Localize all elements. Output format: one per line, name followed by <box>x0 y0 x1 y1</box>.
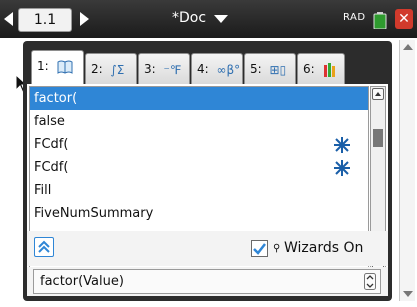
page-scrollbar[interactable] <box>399 40 415 301</box>
page-tab[interactable]: 1.1 <box>18 8 72 32</box>
wizard-icon <box>334 137 350 153</box>
tab-number: 1: <box>37 59 49 73</box>
list-item-label: FCdf( <box>34 137 69 152</box>
document-toolbar: 1.1 *Doc RAD ✕ <box>0 0 417 38</box>
list-item-label: factor( <box>34 91 78 106</box>
page-scroll-down-icon[interactable] <box>403 291 413 297</box>
list-item[interactable]: false <box>30 110 368 133</box>
angle-mode-indicator: RAD <box>343 12 366 23</box>
tab-catalog-1[interactable]: 1: <box>31 50 84 86</box>
battery-icon <box>373 12 387 29</box>
list-item[interactable]: Fill <box>30 179 368 202</box>
wizards-label[interactable]: Wizards On <box>284 240 363 256</box>
collapse-button[interactable] <box>34 237 54 257</box>
document-menu-caret-icon[interactable] <box>214 15 228 23</box>
tab-number: 5: <box>250 62 262 76</box>
list-item[interactable]: FiveNumSummary <box>30 202 368 225</box>
tab-catalog-4[interactable]: 4: ∞β° <box>191 53 243 85</box>
unit-conversion-icon: ⁻℉ <box>163 62 182 77</box>
library-icon <box>323 62 335 77</box>
integral-sigma-icon: ∫Σ <box>110 62 125 77</box>
close-document-button[interactable]: ✕ <box>395 9 413 29</box>
document-title[interactable]: *Doc <box>172 10 206 26</box>
tab-number: 6: <box>303 62 315 76</box>
list-item[interactable]: FCdf( <box>30 156 368 179</box>
wizards-checkbox[interactable] <box>251 240 268 257</box>
wizard-icon <box>334 160 350 176</box>
infinity-beta-icon: ∞β° <box>216 62 241 77</box>
tab-catalog-3[interactable]: 3: ⁻℉ <box>138 53 190 85</box>
syntax-help-field[interactable]: factor(Value) <box>33 269 381 294</box>
syntax-stepper-icon[interactable] <box>364 273 376 290</box>
magic-wand-icon: ⚲ <box>273 243 281 254</box>
catalog-controls: ⚲ Wizards On <box>27 231 388 266</box>
book-icon <box>57 60 73 74</box>
syntax-help-area: factor(Value) <box>27 267 388 296</box>
tab-catalog-2[interactable]: 2: ∫Σ <box>85 53 137 85</box>
page-scroll-up-icon[interactable] <box>403 44 413 50</box>
syntax-text: factor(Value) <box>40 274 124 289</box>
list-item-label: false <box>34 114 65 129</box>
next-page-arrow-icon[interactable] <box>80 12 89 26</box>
tab-number: 4: <box>197 62 209 76</box>
tab-number: 3: <box>144 62 156 76</box>
catalog-dialog: 1: 2: ∫Σ 3: ⁻℉ 4: ∞β° 5: ⊞▯ 6: factor(f… <box>23 41 392 301</box>
checkmark-icon <box>253 243 266 255</box>
tab-number: 2: <box>91 62 103 76</box>
tab-catalog-5[interactable]: 5: ⊞▯ <box>244 53 296 85</box>
double-chevron-up-icon <box>38 240 50 253</box>
previous-page-arrow-icon[interactable] <box>4 12 13 26</box>
template-icon: ⊞▯ <box>269 62 287 77</box>
scroll-thumb[interactable] <box>373 129 383 147</box>
list-item-label: FCdf( <box>34 160 69 175</box>
list-item[interactable]: factor( <box>30 87 368 110</box>
list-item[interactable]: FCdf( <box>30 133 368 156</box>
tab-catalog-6[interactable]: 6: <box>297 53 345 85</box>
list-item-label: Fill <box>34 183 52 198</box>
catalog-tab-bar: 1: 2: ∫Σ 3: ⁻℉ 4: ∞β° 5: ⊞▯ 6: <box>23 41 392 89</box>
scroll-up-button[interactable] <box>372 88 384 100</box>
list-item-label: FiveNumSummary <box>34 206 154 221</box>
